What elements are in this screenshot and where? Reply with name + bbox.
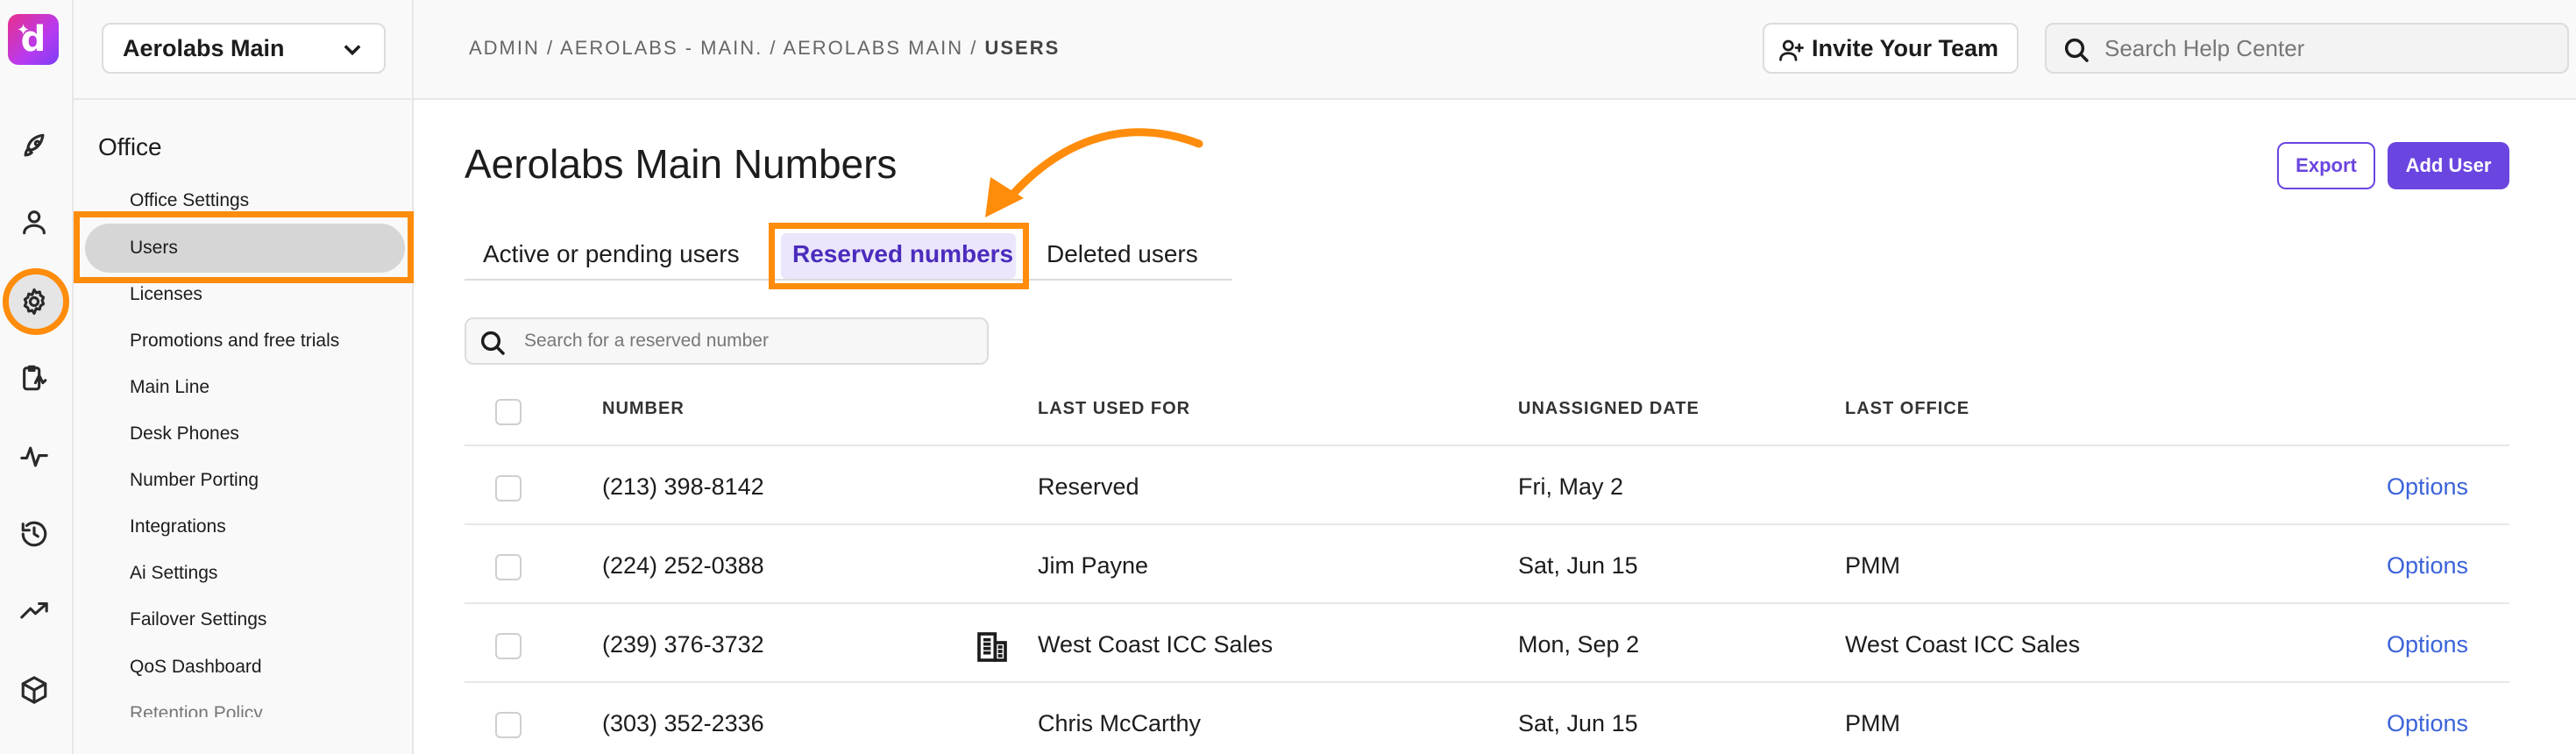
cell-unassigned-date: Sat, Jun 15 — [1518, 710, 1638, 736]
sidebar-item-users[interactable]: Users — [130, 238, 178, 259]
row-options-link[interactable]: Options — [2387, 631, 2468, 658]
sidebar-item-qos-dashboard[interactable]: QoS Dashboard — [130, 657, 262, 678]
reserved-number-search-placeholder: Search for a reserved number — [524, 331, 769, 351]
sidebar-item-desk-phones[interactable]: Desk Phones — [130, 423, 239, 445]
row-checkbox[interactable] — [495, 712, 522, 738]
row-divider — [465, 523, 2509, 525]
column-header-last-office[interactable]: LAST OFFICE — [1845, 399, 1969, 419]
office-select[interactable]: Aerolabs Main — [102, 23, 386, 74]
breadcrumb: ADMIN / AEROLABS - MAIN. / AEROLABS MAIN… — [469, 37, 1060, 60]
cell-number: (213) 398-8142 — [602, 473, 764, 500]
cell-last-office: PMM — [1845, 710, 1900, 736]
add-person-icon — [1779, 39, 1804, 61]
cell-number: (224) 252-0388 — [602, 552, 764, 579]
sidebar-item-integrations[interactable]: Integrations — [130, 516, 226, 537]
row-divider — [465, 445, 2509, 446]
cell-last-office: West Coast ICC Sales — [1845, 631, 2081, 658]
cell-number: (239) 376-3732 — [602, 631, 764, 658]
activity-icon[interactable] — [18, 440, 51, 473]
cell-unassigned-date: Mon, Sep 2 — [1518, 631, 1640, 658]
breadcrumb-separator: / — [963, 37, 985, 59]
breadcrumb-item[interactable]: ADMIN — [469, 37, 540, 59]
add-user-button[interactable]: Add User — [2388, 142, 2509, 189]
breadcrumb-separator: / — [763, 37, 784, 59]
person-icon[interactable] — [18, 205, 51, 238]
sidebar-item-licenses[interactable]: Licenses — [130, 284, 202, 305]
cell-last-office: PMM — [1845, 552, 1900, 579]
sidebar-item-main-line[interactable]: Main Line — [130, 377, 209, 398]
cell-number: (303) 352-2336 — [602, 710, 764, 736]
page-title: Aerolabs Main Numbers — [465, 141, 898, 187]
breadcrumb-current: USERS — [984, 37, 1061, 59]
export-button[interactable]: Export — [2277, 142, 2375, 189]
help-search-placeholder: Search Help Center — [2104, 34, 2305, 61]
icon-rail: ✦ d — [0, 0, 74, 754]
column-header-last-used-for[interactable]: LAST USED FOR — [1038, 399, 1190, 419]
history-icon[interactable] — [18, 517, 51, 551]
breadcrumb-item[interactable]: AEROLABS MAIN — [783, 37, 963, 59]
office-select-value: Aerolabs Main — [123, 34, 285, 61]
trending-icon[interactable] — [18, 594, 51, 628]
search-icon — [480, 331, 505, 355]
building-icon — [975, 630, 1010, 665]
row-divider — [465, 602, 2509, 604]
breadcrumb-item[interactable]: AEROLABS - MAIN. — [560, 37, 763, 59]
rocket-icon[interactable] — [18, 130, 51, 163]
sidebar-item-ai-settings[interactable]: Ai Settings — [130, 563, 217, 584]
row-checkbox[interactable] — [495, 554, 522, 580]
annotation-arrow — [985, 128, 1203, 217]
cell-last-used-for: Chris McCarthy — [1038, 710, 1202, 736]
cube-icon[interactable] — [18, 673, 51, 707]
chevron-down-icon — [340, 37, 365, 61]
tab-reserved-numbers[interactable]: Reserved numbers — [792, 240, 1013, 268]
select-all-checkbox[interactable] — [495, 399, 522, 425]
column-header-number[interactable]: NUMBER — [602, 399, 685, 419]
invite-team-button[interactable]: Invite Your Team — [1763, 23, 2019, 74]
sidebar-item-retention-policy[interactable]: Retention Policy — [130, 703, 263, 717]
cell-unassigned-date: Sat, Jun 15 — [1518, 552, 1638, 579]
invite-team-label: Invite Your Team — [1812, 34, 1999, 61]
top-bar: ADMIN / AEROLABS - MAIN. / AEROLABS MAIN… — [414, 0, 2576, 100]
sidebar-item-failover-settings[interactable]: Failover Settings — [130, 609, 266, 630]
tab-active-pending-users[interactable]: Active or pending users — [483, 240, 740, 268]
row-options-link[interactable]: Options — [2387, 473, 2468, 501]
sidebar-item-number-porting[interactable]: Number Porting — [130, 470, 259, 491]
app-logo[interactable]: ✦ d — [8, 14, 59, 65]
cell-last-used-for: West Coast ICC Sales — [1038, 631, 1274, 658]
cell-unassigned-date: Fri, May 2 — [1518, 473, 1624, 500]
row-options-link[interactable]: Options — [2387, 552, 2468, 580]
settings-sidebar: Aerolabs Main Office Office Settings Use… — [74, 0, 414, 754]
search-icon — [2064, 38, 2089, 62]
sidebar-heading: Office — [98, 133, 162, 160]
help-search-input[interactable]: Search Help Center — [2045, 23, 2569, 74]
gear-icon[interactable] — [18, 285, 51, 318]
row-checkbox[interactable] — [495, 475, 522, 501]
row-options-link[interactable]: Options — [2387, 710, 2468, 737]
sidebar-item-office-settings[interactable]: Office Settings — [130, 190, 249, 211]
breadcrumb-separator: / — [539, 37, 561, 59]
sidebar-divider — [74, 98, 414, 100]
tab-deleted-users[interactable]: Deleted users — [1047, 240, 1198, 268]
cell-last-used-for: Jim Payne — [1038, 552, 1149, 579]
row-divider — [465, 681, 2509, 683]
reserved-number-search-input[interactable]: Search for a reserved number — [465, 317, 989, 365]
row-checkbox[interactable] — [495, 633, 522, 659]
cell-last-used-for: Reserved — [1038, 473, 1139, 500]
clipboard-icon[interactable] — [18, 361, 51, 395]
column-header-unassigned-date[interactable]: UNASSIGNED DATE — [1518, 399, 1700, 419]
sidebar-item-promotions[interactable]: Promotions and free trials — [130, 331, 339, 352]
